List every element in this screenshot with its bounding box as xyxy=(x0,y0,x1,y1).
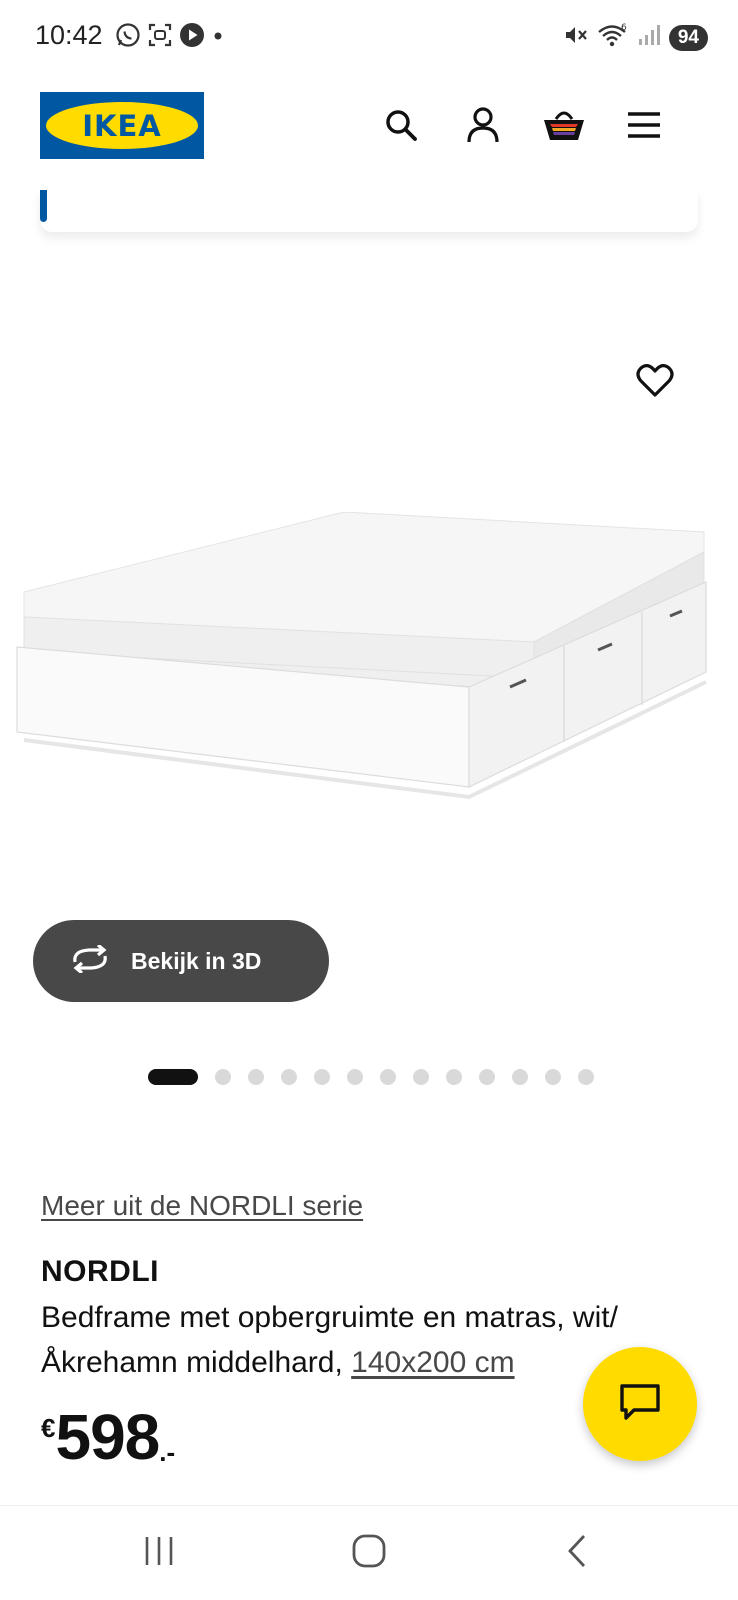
price-suffix: .- xyxy=(159,1437,176,1467)
basket-icon xyxy=(542,107,586,148)
gallery-dot[interactable] xyxy=(380,1069,396,1085)
gallery-dot[interactable] xyxy=(479,1069,495,1085)
whatsapp-icon xyxy=(115,22,141,53)
site-header: IKEA xyxy=(0,72,738,190)
favorite-button[interactable] xyxy=(630,358,680,408)
back-button[interactable] xyxy=(547,1528,607,1578)
heart-icon xyxy=(636,363,674,403)
chat-button[interactable] xyxy=(583,1347,697,1461)
account-button[interactable] xyxy=(458,102,508,152)
gallery-dot[interactable] xyxy=(347,1069,363,1085)
product-gallery[interactable]: Bekijk in 3D xyxy=(0,232,738,1102)
view-3d-button[interactable]: Bekijk in 3D xyxy=(33,920,329,1002)
price-currency: € xyxy=(41,1413,56,1443)
mute-icon xyxy=(563,22,589,53)
status-icons-right: 6 94 xyxy=(563,22,708,53)
gallery-dot[interactable] xyxy=(215,1069,231,1085)
search-icon xyxy=(383,107,419,148)
status-icons-left xyxy=(115,22,225,53)
battery-indicator: 94 xyxy=(668,24,708,51)
size-link[interactable]: 140x200 cm xyxy=(351,1346,514,1379)
menu-button[interactable] xyxy=(619,102,669,152)
gallery-dot[interactable] xyxy=(512,1069,528,1085)
play-icon xyxy=(179,22,205,53)
back-icon xyxy=(564,1533,590,1574)
gallery-dot[interactable] xyxy=(281,1069,297,1085)
svg-text:6: 6 xyxy=(621,23,627,33)
gallery-dot[interactable] xyxy=(578,1069,594,1085)
product-name: NORDLI xyxy=(41,1255,159,1288)
account-icon xyxy=(465,106,501,149)
product-price: € 598 .- xyxy=(41,1405,175,1469)
menu-icon xyxy=(626,110,662,145)
rotate-3d-icon xyxy=(69,943,111,978)
view-3d-label: Bekijk in 3D xyxy=(131,947,262,974)
card-accent-bar xyxy=(40,190,47,222)
chat-icon xyxy=(618,1382,662,1427)
logo-text: IKEA xyxy=(82,108,162,143)
recent-apps-icon xyxy=(142,1535,176,1572)
basket-button[interactable] xyxy=(539,102,589,152)
home-icon xyxy=(351,1533,387,1574)
product-image[interactable] xyxy=(14,511,720,817)
system-nav-bar xyxy=(0,1505,738,1600)
status-bar: 10:42 6 94 xyxy=(0,0,738,72)
notice-card xyxy=(40,190,698,232)
gallery-dot[interactable] xyxy=(545,1069,561,1085)
price-amount: 598 xyxy=(55,1401,160,1473)
gallery-dot[interactable] xyxy=(314,1069,330,1085)
recent-apps-button[interactable] xyxy=(129,1528,189,1578)
gallery-dot[interactable] xyxy=(446,1069,462,1085)
signal-icon xyxy=(637,22,661,53)
logo-oval: IKEA xyxy=(46,102,198,149)
status-time: 10:42 xyxy=(35,20,103,50)
wifi-icon: 6 xyxy=(597,22,629,53)
search-button[interactable] xyxy=(376,102,426,152)
gallery-dot[interactable] xyxy=(413,1069,429,1085)
gallery-pagination[interactable] xyxy=(148,1069,594,1085)
home-button[interactable] xyxy=(339,1528,399,1578)
ikea-logo[interactable]: IKEA xyxy=(40,92,204,159)
product-description: Bedframe met opbergruimte en matras, wit… xyxy=(41,1295,681,1385)
gallery-dot[interactable] xyxy=(148,1069,198,1085)
screenshot-icon xyxy=(147,22,173,53)
notification-dot xyxy=(211,22,225,53)
gallery-dot[interactable] xyxy=(248,1069,264,1085)
series-link[interactable]: Meer uit de NORDLI serie xyxy=(41,1190,363,1222)
product-description-text: Bedframe met opbergruimte en matras, wit… xyxy=(41,1301,618,1379)
